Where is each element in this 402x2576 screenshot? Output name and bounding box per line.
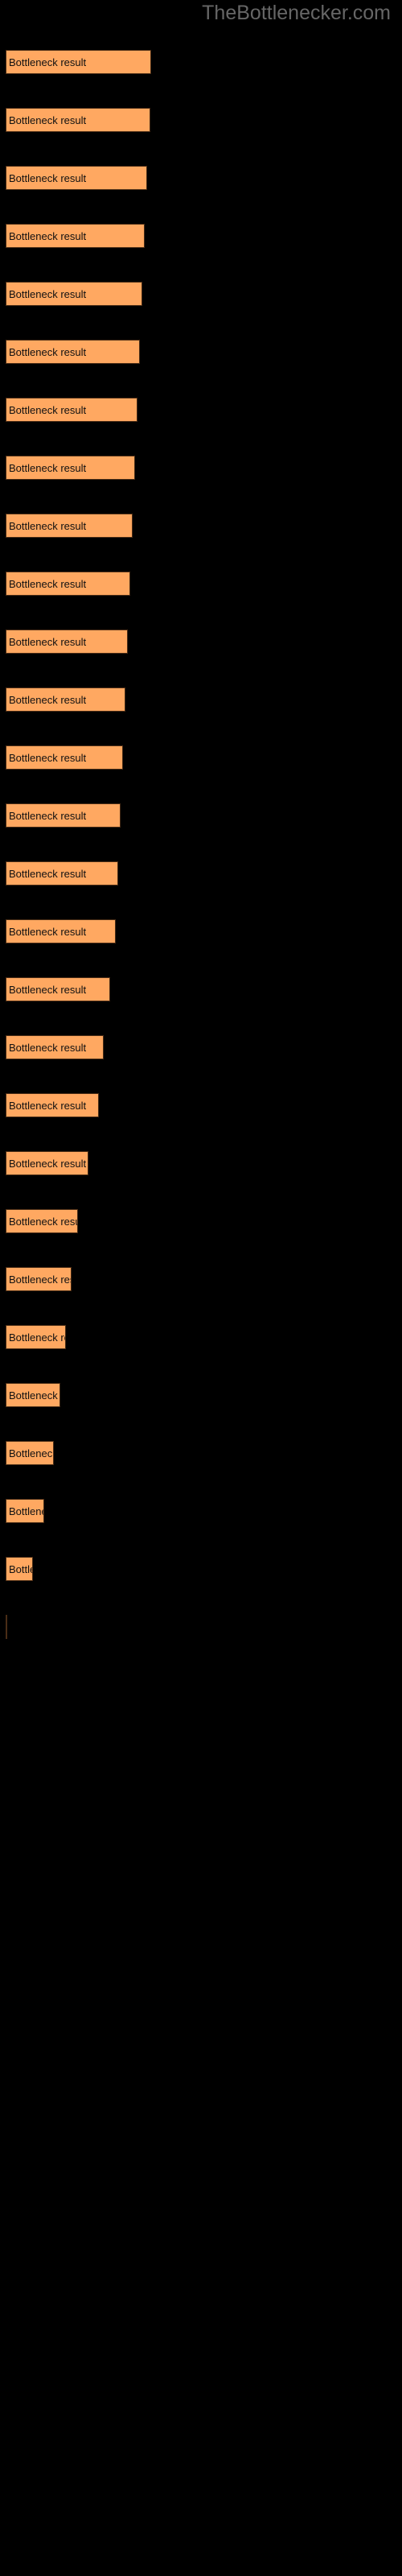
bottleneck-bar-chart: TheBottlenecker.com Bottleneck result Bot…: [0, 0, 402, 2576]
bar-row: Bottleneck result: [6, 398, 137, 422]
bar-segment[interactable]: Bottleneck result: [6, 456, 135, 480]
plot-area: Bottleneck result Bottleneck result Bottle…: [0, 0, 402, 2576]
bar-row: Bottleneck result: [6, 456, 135, 480]
bar-label: Bottleneck result: [9, 230, 87, 242]
bar-segment[interactable]: Bottleneck result: [6, 861, 118, 886]
bar-segment[interactable]: Bottleneck result: [6, 1209, 78, 1233]
bar-label: Bottleneck result: [9, 984, 87, 996]
bar-label: Bottleneck result: [9, 1447, 54, 1459]
bar-segment[interactable]: Bottleneck result: [6, 687, 125, 712]
bar-segment[interactable]: Bottleneck result: [6, 514, 133, 538]
bar-label: Bottleneck result: [9, 636, 87, 648]
bar-row: Bottleneck result: [6, 1499, 44, 1523]
bar-row: Bottleneck result: [6, 803, 121, 828]
bar-row: Bottleneck result: [6, 630, 128, 654]
bar-segment[interactable]: Bottleneck result: [6, 108, 150, 132]
bar-segment[interactable]: Bottleneck result: [6, 919, 116, 943]
bar-segment[interactable]: Bottleneck result: [6, 1499, 44, 1523]
bar-row: Bottleneck result: [6, 340, 140, 364]
bar-segment[interactable]: Bottleneck result: [6, 1151, 88, 1175]
bar-label: Bottleneck result: [9, 1042, 87, 1054]
bar-row: Bottleneck result: [6, 282, 142, 306]
bar-label: Bottleneck result: [9, 1216, 77, 1228]
bar-row: Bottleneck result: [6, 108, 150, 132]
bar-row: Bottleneck result: [6, 572, 130, 596]
bar-label: Bottleneck result: [9, 810, 87, 822]
bar-segment[interactable]: Bottleneck result: [6, 398, 137, 422]
bar-row: Bottleneck result: [6, 166, 147, 190]
bar-row: Bottleneck result: [6, 745, 123, 770]
bar-segment[interactable]: Bottleneck result: [6, 630, 128, 654]
bar-label: Bottleneck result: [9, 462, 87, 474]
bar-segment[interactable]: Bottleneck result: [6, 50, 151, 74]
bar-segment[interactable]: Bottleneck result: [6, 340, 140, 364]
bar-label: Bottleneck result: [9, 1389, 59, 1402]
bar-segment[interactable]: Bottleneck result: [6, 1325, 66, 1349]
bar-row: Bottleneck result: [6, 1441, 54, 1465]
bar-segment[interactable]: Bottleneck result: [6, 1035, 104, 1059]
bar-row: Bottleneck result: [6, 1383, 60, 1407]
bar-segment[interactable]: Bottleneck result: [6, 572, 130, 596]
bar-label: Bottleneck result: [9, 1563, 32, 1575]
bar-label: Bottleneck result: [9, 1100, 87, 1112]
bar-label: Bottleneck result: [9, 172, 87, 184]
bar-segment[interactable]: Bottleneck result: [6, 745, 123, 770]
bar-row: Bottleneck result: [6, 224, 145, 248]
bar-label: Bottleneck result: [9, 694, 87, 706]
bar-row: Bottleneck result: [6, 1151, 88, 1175]
bar-label: Bottleneck result: [9, 578, 87, 590]
bar-row: Bottleneck result: [6, 1557, 33, 1581]
bar-label: Bottleneck result: [9, 1274, 71, 1286]
bar-label: Bottleneck result: [9, 926, 87, 938]
bar-row: Bottleneck result: [6, 1615, 7, 1639]
bar-label: Bottleneck result: [9, 1158, 87, 1170]
bar-label: Bottleneck result: [9, 56, 87, 68]
bar-segment[interactable]: Bottleneck result: [6, 282, 142, 306]
bar-row: Bottleneck result: [6, 687, 125, 712]
bar-row: Bottleneck result: [6, 1267, 72, 1291]
bar-label: Bottleneck result: [9, 346, 87, 358]
bar-segment[interactable]: Bottleneck result: [6, 1441, 54, 1465]
bar-label: Bottleneck result: [9, 868, 87, 880]
bar-row: Bottleneck result: [6, 1093, 99, 1117]
bar-segment[interactable]: Bottleneck result: [6, 1383, 60, 1407]
bar-row: Bottleneck result: [6, 1209, 78, 1233]
bar-label: Bottleneck result: [9, 404, 87, 416]
bar-segment[interactable]: Bottleneck result: [6, 977, 110, 1001]
bar-segment[interactable]: Bottleneck result: [6, 1615, 7, 1639]
bar-label: Bottleneck result: [9, 1505, 43, 1517]
bar-row: Bottleneck result: [6, 1035, 104, 1059]
bar-label: Bottleneck result: [9, 1331, 65, 1344]
bar-label: Bottleneck result: [9, 520, 87, 532]
bar-segment[interactable]: Bottleneck result: [6, 1093, 99, 1117]
bar-segment[interactable]: Bottleneck result: [6, 803, 121, 828]
bar-row: Bottleneck result: [6, 514, 133, 538]
bar-row: Bottleneck result: [6, 861, 118, 886]
bar-row: Bottleneck result: [6, 919, 116, 943]
bar-segment[interactable]: Bottleneck result: [6, 1267, 72, 1291]
bar-segment[interactable]: Bottleneck result: [6, 1557, 33, 1581]
bar-segment[interactable]: Bottleneck result: [6, 166, 147, 190]
bar-label: Bottleneck result: [9, 752, 87, 764]
bar-label: Bottleneck result: [9, 288, 87, 300]
bar-row: Bottleneck result: [6, 50, 151, 74]
bar-segment[interactable]: Bottleneck result: [6, 224, 145, 248]
bar-label: Bottleneck result: [9, 114, 87, 126]
bar-row: Bottleneck result: [6, 977, 110, 1001]
bar-row: Bottleneck result: [6, 1325, 66, 1349]
